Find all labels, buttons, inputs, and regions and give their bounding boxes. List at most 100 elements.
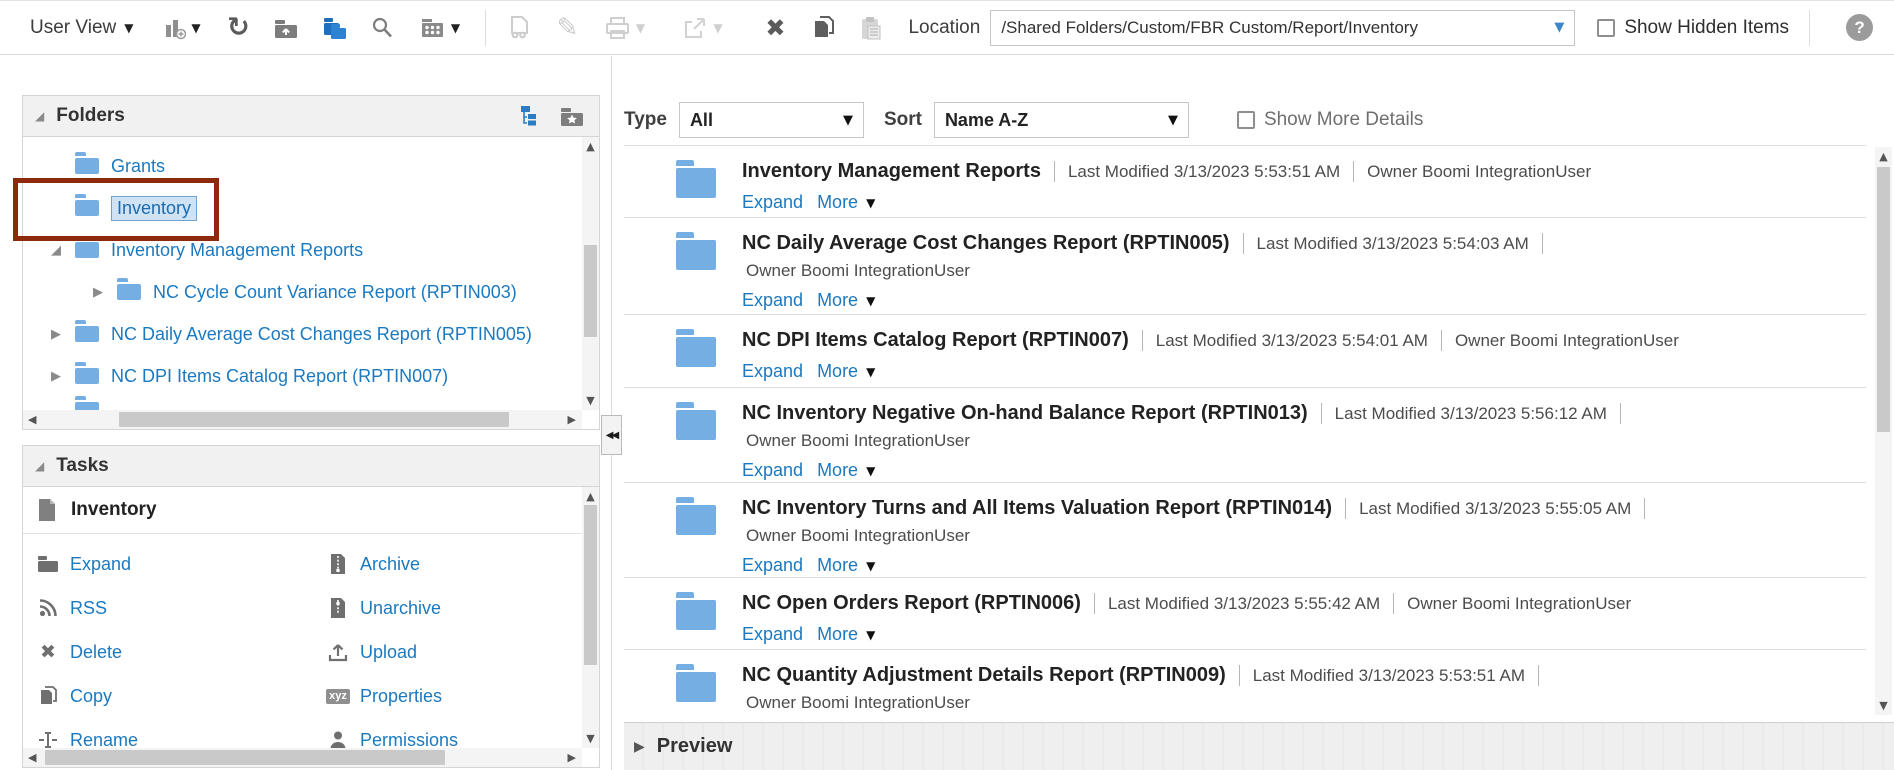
- scrollbar-thumb[interactable]: [584, 245, 597, 337]
- catalog-row[interactable]: NC Inventory Turns and All Items Valuati…: [624, 483, 1866, 578]
- task-properties[interactable]: xyz Properties: [327, 680, 599, 712]
- item-title[interactable]: NC DPI Items Catalog Report (RPTIN007): [742, 329, 1129, 352]
- task-unarchive[interactable]: Unarchive: [327, 592, 599, 624]
- collapsed-node-icon[interactable]: ▶: [49, 369, 63, 384]
- delete-button[interactable]: ✖: [758, 10, 792, 46]
- expanded-node-icon[interactable]: ◢: [49, 243, 63, 258]
- person-lock-icon: [329, 730, 347, 750]
- expand-link[interactable]: Expand: [742, 192, 803, 213]
- catalog-row[interactable]: NC Open Orders Report (RPTIN006) Last Mo…: [624, 578, 1866, 650]
- item-title[interactable]: NC Inventory Turns and All Items Valuati…: [742, 497, 1332, 520]
- tree-item-inventory-selected[interactable]: Inventory: [49, 187, 599, 229]
- copy-button[interactable]: [806, 10, 840, 46]
- scrollbar-thumb[interactable]: [1877, 167, 1890, 432]
- favorites-folder-button[interactable]: [557, 98, 587, 134]
- item-title[interactable]: NC Daily Average Cost Changes Report (RP…: [742, 232, 1230, 255]
- scroll-down-icon[interactable]: ▼: [1875, 700, 1892, 711]
- scroll-right-icon[interactable]: ▶: [568, 414, 576, 425]
- scroll-up-icon[interactable]: ▲: [582, 491, 599, 502]
- tree-item-label[interactable]: NC Cycle Count Variance Report (RPTIN003…: [153, 282, 517, 303]
- scrollbar-thumb[interactable]: [119, 412, 509, 427]
- scroll-up-icon[interactable]: ▲: [1875, 151, 1892, 162]
- location-combobox[interactable]: /Shared Folders/Custom/FBR Custom/Report…: [990, 10, 1575, 46]
- scroll-down-icon[interactable]: ▼: [582, 395, 599, 406]
- view-style-dropdown[interactable]: ▼: [413, 10, 465, 46]
- archive-folder-button[interactable]: [269, 10, 303, 46]
- type-select[interactable]: All ▼: [679, 102, 864, 138]
- more-link[interactable]: More: [817, 555, 858, 576]
- chevron-down-icon: ▼: [191, 21, 200, 35]
- collapsed-node-icon[interactable]: ▶: [49, 327, 63, 342]
- scroll-left-icon[interactable]: ◀: [28, 414, 36, 425]
- catalog-row[interactable]: NC Inventory Negative On-hand Balance Re…: [624, 388, 1866, 483]
- show-more-details-checkbox[interactable]: Show More Details: [1237, 109, 1423, 131]
- tree-item-label[interactable]: NC DPI Items Catalog Report (RPTIN007): [111, 366, 448, 387]
- expand-link[interactable]: Expand: [742, 555, 803, 576]
- selected-highlight: Inventory: [111, 196, 197, 221]
- tree-item-daily-average[interactable]: ▶ NC Daily Average Cost Changes Report (…: [49, 313, 599, 355]
- task-expand[interactable]: Expand: [37, 548, 327, 580]
- refresh-button[interactable]: ↻: [221, 10, 255, 46]
- scroll-down-icon[interactable]: ▼: [582, 733, 599, 744]
- item-title[interactable]: NC Open Orders Report (RPTIN006): [742, 592, 1081, 615]
- new-object-button[interactable]: ▼: [155, 10, 207, 46]
- folders-panel-header[interactable]: ◢ Folders: [22, 95, 600, 137]
- tree-item-label[interactable]: NC Daily Average Cost Changes Report (RP…: [111, 324, 532, 345]
- item-title[interactable]: NC Inventory Negative On-hand Balance Re…: [742, 402, 1308, 425]
- scrollbar-thumb[interactable]: [45, 750, 445, 765]
- more-link[interactable]: More: [817, 192, 858, 213]
- preview-panel-header[interactable]: ▶ Preview: [624, 722, 1894, 770]
- tree-vertical-scrollbar[interactable]: ▲ ▼: [582, 137, 599, 410]
- more-link[interactable]: More: [817, 290, 858, 311]
- tree-item-inventory-management-reports[interactable]: ◢ Inventory Management Reports: [49, 229, 599, 271]
- task-archive[interactable]: Archive: [327, 548, 599, 580]
- catalog-row[interactable]: Inventory Management Reports Last Modifi…: [624, 146, 1866, 218]
- folders-tree-panel: Grants Inventory ◢ Inventory Management …: [22, 137, 600, 430]
- task-copy[interactable]: Copy: [37, 680, 327, 712]
- show-hidden-checkbox[interactable]: Show Hidden Items: [1597, 17, 1789, 39]
- tree-item-grants[interactable]: Grants: [49, 145, 599, 187]
- task-upload[interactable]: Upload: [327, 636, 599, 668]
- more-link[interactable]: More: [817, 361, 858, 382]
- chevron-down-icon: ▼: [451, 21, 460, 35]
- collapsed-node-icon[interactable]: ▶: [91, 285, 105, 300]
- list-vertical-scrollbar[interactable]: ▲ ▼: [1875, 147, 1892, 715]
- tree-horizontal-scrollbar[interactable]: ◀ ▶: [23, 410, 582, 429]
- catalog-row[interactable]: NC Quantity Adjustment Details Report (R…: [624, 650, 1866, 719]
- tree-item-dpi-catalog[interactable]: ▶ NC DPI Items Catalog Report (RPTIN007): [49, 355, 599, 397]
- task-rss[interactable]: RSS: [37, 592, 327, 624]
- scroll-left-icon[interactable]: ◀: [28, 752, 36, 763]
- user-view-dropdown[interactable]: User View ▼: [30, 17, 133, 39]
- delete-x-icon: ✖: [765, 16, 785, 40]
- tree-item-label[interactable]: Grants: [111, 156, 165, 177]
- expand-link[interactable]: Expand: [742, 624, 803, 645]
- more-link[interactable]: More: [817, 460, 858, 481]
- expand-link[interactable]: Expand: [742, 361, 803, 382]
- tree-item-label[interactable]: Inventory Management Reports: [111, 240, 363, 261]
- task-delete[interactable]: ✖ Delete: [37, 636, 327, 668]
- scroll-up-icon[interactable]: ▲: [582, 141, 599, 152]
- search-button[interactable]: [365, 10, 399, 46]
- more-link[interactable]: More: [817, 624, 858, 645]
- item-title[interactable]: Inventory Management Reports: [742, 160, 1041, 183]
- tree-item-cycle-count[interactable]: ▶ NC Cycle Count Variance Report (RPTIN0…: [49, 271, 599, 313]
- expand-link[interactable]: Expand: [742, 460, 803, 481]
- help-button[interactable]: ?: [1846, 14, 1873, 41]
- tasks-vertical-scrollbar[interactable]: ▲ ▼: [582, 487, 599, 748]
- folder-icon: [75, 200, 99, 216]
- collapse-panel-handle[interactable]: ◀◀: [601, 415, 622, 455]
- catalog-row[interactable]: NC Daily Average Cost Changes Report (RP…: [624, 218, 1866, 315]
- sort-select[interactable]: Name A-Z ▼: [934, 102, 1189, 138]
- expand-link[interactable]: Expand: [742, 290, 803, 311]
- tree-item-label[interactable]: Inventory: [117, 198, 191, 218]
- tree-view-button[interactable]: [517, 98, 545, 134]
- copy-folders-button[interactable]: [317, 10, 351, 46]
- tasks-horizontal-scrollbar[interactable]: ◀ ▶: [23, 748, 582, 767]
- item-title[interactable]: NC Quantity Adjustment Details Report (R…: [742, 664, 1226, 687]
- catalog-row[interactable]: NC DPI Items Catalog Report (RPTIN007) L…: [624, 315, 1866, 388]
- scrollbar-thumb[interactable]: [584, 505, 597, 665]
- scroll-right-icon[interactable]: ▶: [568, 752, 576, 763]
- tasks-panel-header[interactable]: ◢ Tasks: [22, 445, 600, 487]
- folder-icon: [75, 368, 99, 384]
- show-hidden-label: Show Hidden Items: [1624, 17, 1789, 39]
